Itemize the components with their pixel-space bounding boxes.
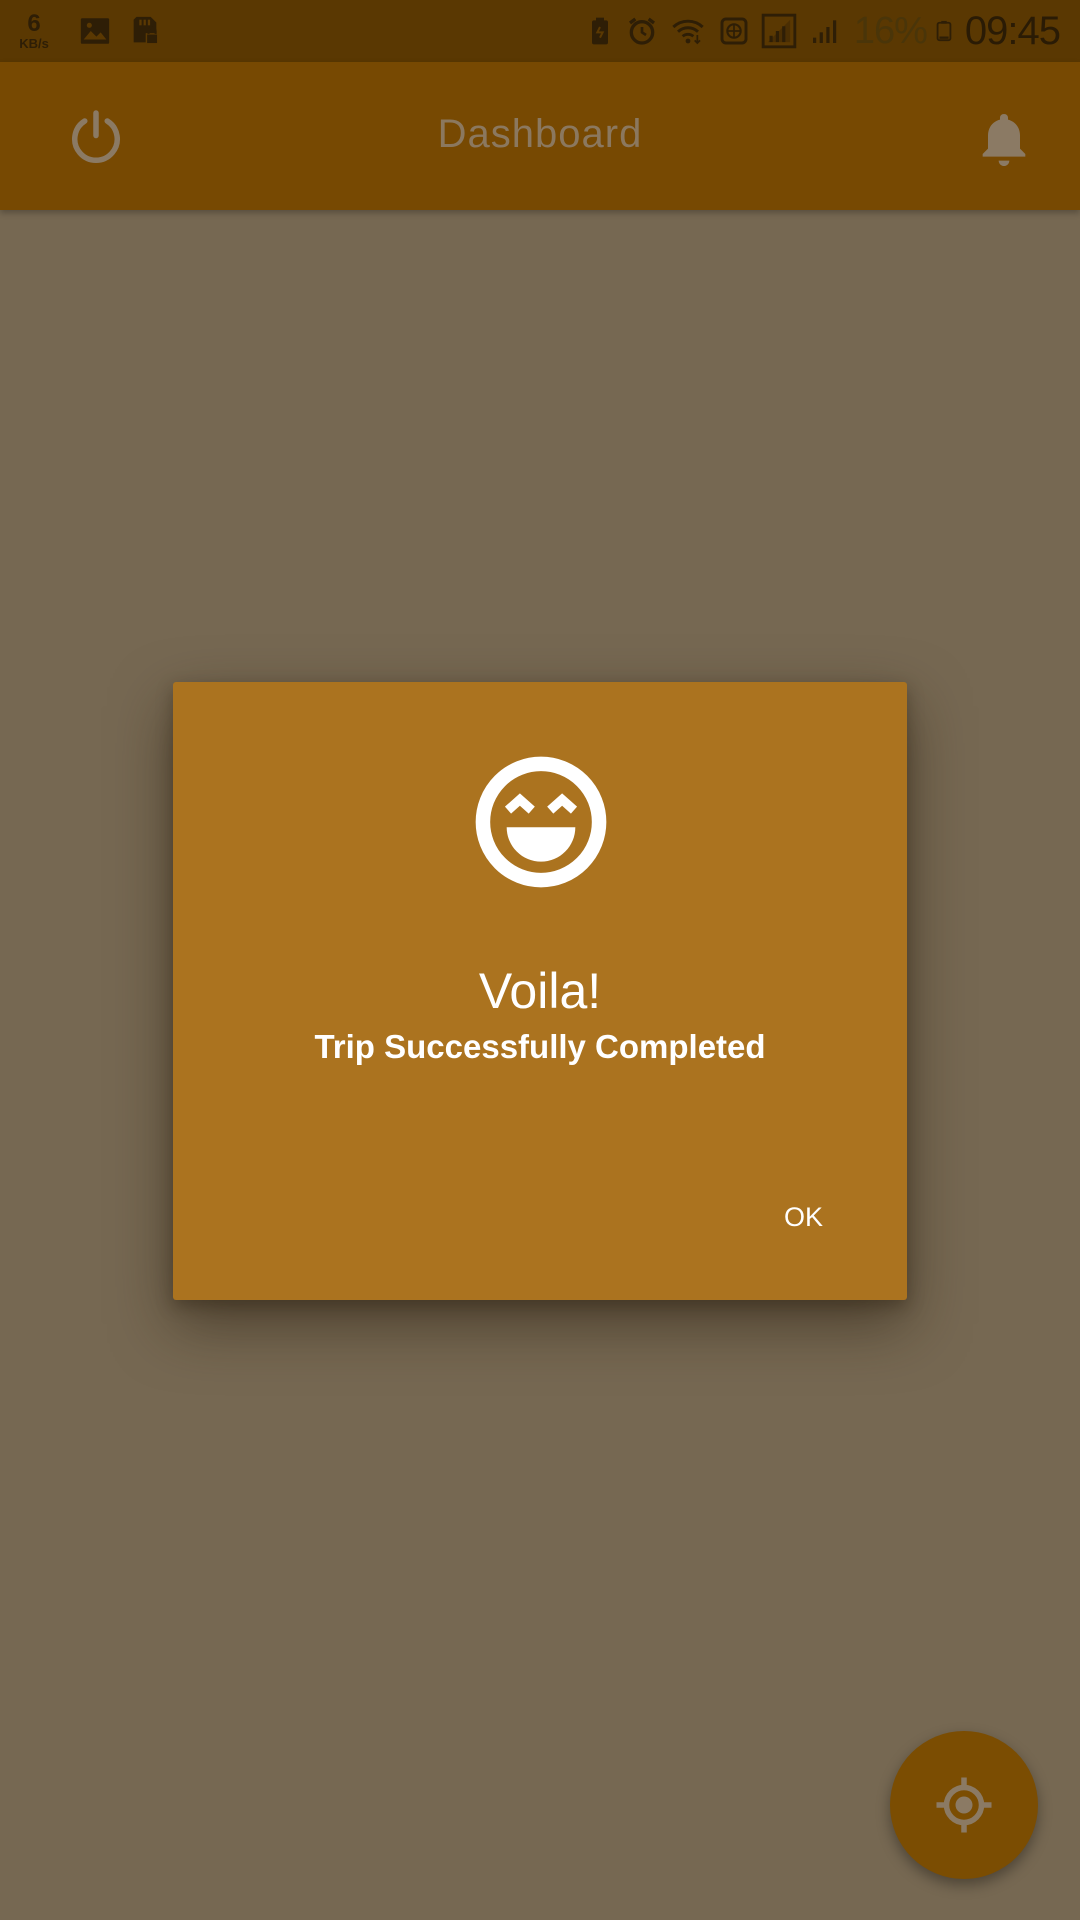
battery-icon xyxy=(936,20,952,42)
bell-icon[interactable] xyxy=(972,106,1036,170)
dialog-title: Voila! xyxy=(478,963,602,1019)
page-title: Dashboard xyxy=(437,112,643,156)
wifi-icon xyxy=(672,19,704,45)
ok-button[interactable]: OK xyxy=(778,1198,829,1237)
network-speed-unit: KB/s xyxy=(19,36,49,51)
dialog-message: Trip Successfully Completed xyxy=(314,1028,766,1065)
status-bar: 6 KB/s 16% 09:45 xyxy=(0,0,1080,62)
my-location-button[interactable] xyxy=(890,1731,1038,1879)
network-speed: 6 KB/s xyxy=(12,10,56,51)
image-icon xyxy=(80,18,110,44)
battery-percent: 16% xyxy=(853,9,928,52)
network-speed-value: 6 xyxy=(27,10,41,37)
my-location-icon xyxy=(936,1777,992,1833)
status-bar-right: 16% 09:45 xyxy=(574,6,1061,56)
grinning-face-icon xyxy=(475,756,607,888)
signal-sim1-icon xyxy=(761,13,797,49)
status-bar-left: 6 KB/s xyxy=(12,6,162,56)
signal-sim2-icon xyxy=(812,20,837,43)
vpn-icon xyxy=(720,17,748,45)
trip-complete-dialog: Voila! Trip Successfully Completed OK xyxy=(173,682,907,1300)
sd-card-lock-icon xyxy=(133,16,159,45)
alarm-icon xyxy=(628,17,655,45)
clock: 09:45 xyxy=(964,8,1061,53)
app-bar: Dashboard xyxy=(0,62,1080,210)
battery-saver-icon xyxy=(591,17,608,45)
